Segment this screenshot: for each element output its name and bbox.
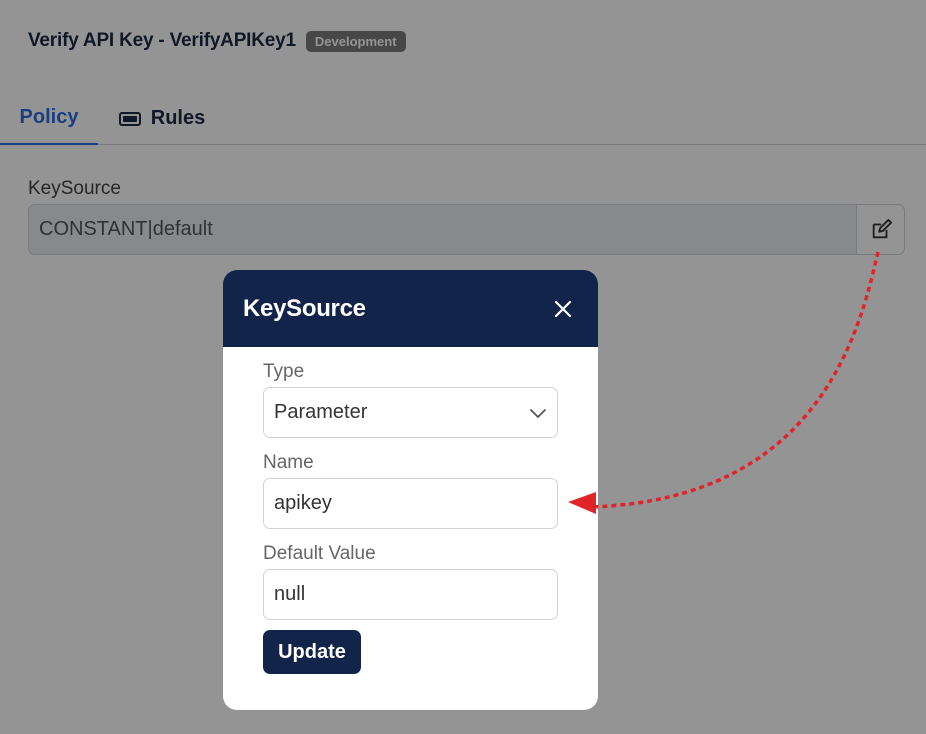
type-label: Type <box>263 361 305 382</box>
default-value-field-value: null <box>274 583 306 605</box>
name-field[interactable]: apikey <box>263 478 558 529</box>
name-label: Name <box>263 452 314 473</box>
update-button[interactable]: Update <box>263 630 361 674</box>
type-select[interactable]: Parameter <box>263 387 558 438</box>
close-button[interactable] <box>548 294 578 324</box>
modal-header: KeySource <box>223 270 598 347</box>
chevron-down-icon <box>530 408 546 418</box>
modal-title: KeySource <box>243 294 366 322</box>
modal-body: Type Parameter Name apikey Default Value… <box>223 361 598 674</box>
name-field-value: apikey <box>274 492 332 514</box>
default-value-label: Default Value <box>263 543 376 564</box>
close-icon <box>554 300 572 317</box>
type-select-value: Parameter <box>274 401 368 423</box>
default-value-field[interactable]: null <box>263 569 558 620</box>
keysource-modal: KeySource Type Parameter Name apikey Def… <box>223 270 598 710</box>
